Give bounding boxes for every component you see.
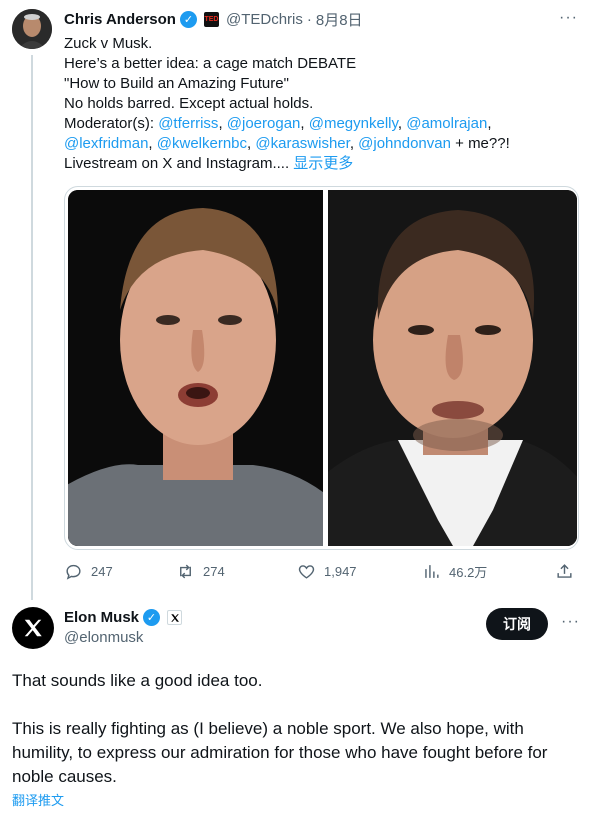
- mention-link[interactable]: @lexfridman: [64, 135, 148, 152]
- moderators-line: Moderator(s): @tferriss, @joerogan, @meg…: [64, 115, 492, 132]
- views-chart-icon: [425, 565, 439, 578]
- mention-link[interactable]: @tferriss: [158, 115, 218, 132]
- views-count: 46.2万: [449, 565, 488, 580]
- reply-button[interactable]: 247: [64, 562, 113, 581]
- author-name[interactable]: Chris Anderson: [64, 11, 176, 28]
- verified-badge-icon: ✓: [143, 609, 161, 626]
- photo-right[interactable]: [328, 190, 577, 546]
- more-options-icon[interactable]: ···: [561, 613, 580, 631]
- share-icon: [557, 564, 572, 578]
- more-options-icon[interactable]: ···: [559, 9, 578, 27]
- retweet-icon: [180, 564, 191, 579]
- photo-left[interactable]: [68, 190, 323, 546]
- tweet-date[interactable]: 8月8日: [316, 9, 363, 30]
- author-handle[interactable]: @elonmusk: [64, 629, 143, 646]
- tweet2-text: That sounds like a good idea too. This i…: [12, 669, 587, 813]
- tweet-line: Here’s a better idea: a cage match DEBAT…: [64, 55, 357, 72]
- livestream-text: Livestream on X and Instagram....: [64, 155, 290, 172]
- author-name[interactable]: Elon Musk: [64, 609, 139, 626]
- x-affiliate-badge-icon[interactable]: [167, 610, 183, 625]
- like-button[interactable]: 1,947: [297, 562, 357, 581]
- tweet-line: No holds barred. Except actual holds.: [64, 95, 314, 112]
- tweet1-action-bar: 247 274 1,947 46.2万: [64, 562, 584, 586]
- x-logo-avatar[interactable]: [12, 607, 54, 649]
- tweet-paragraph: This is really fighting as (I believe) a…: [12, 719, 548, 786]
- retweet-button[interactable]: 274: [176, 562, 225, 581]
- chris-anderson-avatar[interactable]: [12, 9, 52, 49]
- livestream-line: Livestream on X and Instagram.... 显示更多: [64, 154, 584, 174]
- tweet1-text: Zuck v Musk. Here’s a better idea: a cag…: [64, 34, 584, 174]
- mention-link[interactable]: @megynkelly: [309, 115, 398, 132]
- translate-link[interactable]: 翻译推文: [12, 790, 64, 809]
- moderators-label: Moderator(s):: [64, 115, 155, 132]
- tweet1-media[interactable]: [64, 186, 579, 550]
- mention-link[interactable]: @karaswisher: [255, 135, 349, 152]
- show-more-link[interactable]: 显示更多: [293, 155, 353, 172]
- views-button[interactable]: 46.2万: [422, 562, 487, 581]
- mention-link[interactable]: @kwelkernbc: [157, 135, 247, 152]
- thread-connector-line: [31, 55, 33, 600]
- mention-link[interactable]: @amolrajan: [406, 115, 487, 132]
- share-button[interactable]: [555, 562, 574, 581]
- x-logo-icon: [24, 619, 42, 637]
- tweet2-header: Elon Musk ✓: [64, 609, 183, 626]
- moderators-suffix: + me??!: [450, 135, 510, 152]
- heart-icon: [298, 565, 315, 579]
- separator-dot: ·: [306, 10, 312, 28]
- ted-affiliate-badge-icon[interactable]: TED: [203, 11, 219, 27]
- author-handle[interactable]: @TEDchris: [226, 11, 303, 28]
- reply-icon: [66, 564, 81, 580]
- reply-count: 247: [91, 564, 113, 579]
- mention-link[interactable]: @johndonvan: [358, 135, 451, 152]
- retweet-count: 274: [203, 564, 225, 579]
- tweet-line: Zuck v Musk.: [64, 35, 153, 52]
- tweet-line: "How to Build an Amazing Future": [64, 75, 289, 92]
- subscribe-button[interactable]: 订阅: [486, 608, 548, 640]
- tweet-paragraph: That sounds like a good idea too.: [12, 671, 263, 690]
- like-count: 1,947: [324, 564, 357, 579]
- tweet1-header: Chris Anderson ✓ TED @TEDchris · 8月8日: [64, 9, 363, 29]
- mention-link[interactable]: @joerogan: [227, 115, 301, 132]
- moderators-line-2: @lexfridman, @kwelkernbc, @karaswisher, …: [64, 135, 510, 152]
- verified-badge-icon: ✓: [179, 10, 197, 28]
